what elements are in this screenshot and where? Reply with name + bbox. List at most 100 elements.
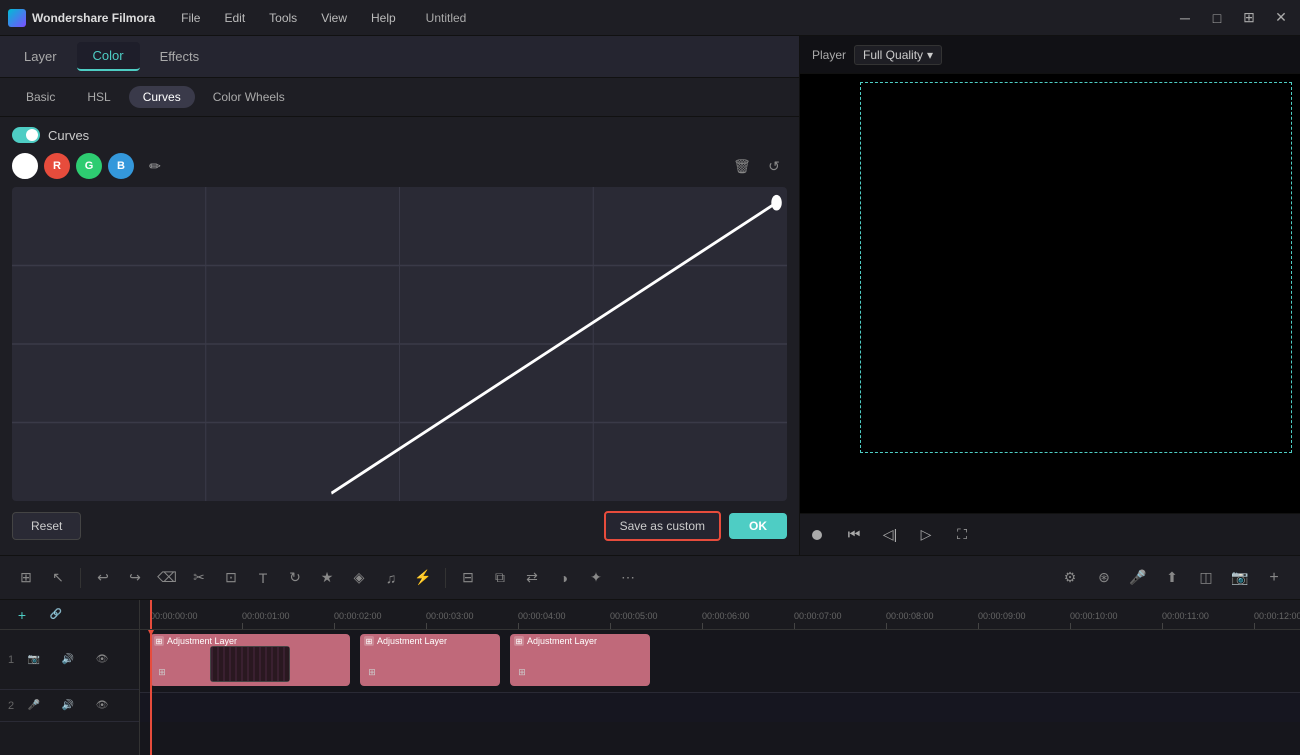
layout-icon[interactable]: ⊞ — [1238, 7, 1260, 29]
clip-1[interactable]: ⊞ Adjustment Layer ⊞ — [150, 634, 350, 686]
timeline-right[interactable]: 00:00:00:00 00:00:01:00 00:00:02:00 00:0… — [140, 600, 1300, 755]
audio-toolbar-btn[interactable]: ♫ — [377, 564, 405, 592]
play-btn[interactable]: ▷ — [914, 523, 938, 547]
menu-file[interactable]: File — [171, 7, 210, 29]
subtab-curves[interactable]: Curves — [129, 86, 195, 108]
rotate-icon: ↻ — [289, 569, 301, 586]
cam-toolbar-btn[interactable]: 📷 — [1226, 564, 1254, 592]
channel-right-btns: 🗑 ↺ — [729, 153, 787, 179]
clip-2-icon: ⊞ — [364, 636, 374, 646]
crop-toolbar-btn[interactable]: ⊡ — [217, 564, 245, 592]
bottom-area: ⊞ ↖ ↩ ↪ ⌫ ✂ ⊡ T ↻ ★ ◈ ♫ ⚡ ⊟ ⧉ ⇄ ◑ ✦ ⋯ ⚙ … — [0, 555, 1300, 755]
delete-toolbar-btn[interactable]: ⌫ — [153, 564, 181, 592]
step-back-btn[interactable]: ⏮ — [842, 523, 866, 547]
minimize-icon[interactable]: ─ — [1174, 7, 1196, 29]
red-channel-label: R — [53, 160, 61, 172]
transition-toolbar-btn[interactable]: ⇄ — [518, 564, 546, 592]
subtab-color-wheels[interactable]: Color Wheels — [199, 86, 299, 108]
link-btn[interactable]: 🔗 — [42, 601, 70, 629]
player-label: Player — [812, 48, 846, 62]
curves-canvas[interactable] — [12, 187, 787, 501]
player-canvas — [800, 74, 1300, 513]
subtab-basic[interactable]: Basic — [12, 86, 69, 108]
menu-help[interactable]: Help — [361, 7, 406, 29]
toolbar: ⊞ ↖ ↩ ↪ ⌫ ✂ ⊡ T ↻ ★ ◈ ♫ ⚡ ⊟ ⧉ ⇄ ◑ ✦ ⋯ ⚙ … — [0, 556, 1300, 600]
text-icon: T — [259, 570, 268, 586]
clip-1-icon: ⊞ — [154, 636, 164, 646]
save-custom-button[interactable]: Save as custom — [604, 511, 721, 541]
ruler-mark-2: 00:00:02:00 — [334, 611, 426, 629]
channel-white-btn[interactable] — [12, 153, 38, 179]
undo-toolbar-btn[interactable]: ↩ — [89, 564, 117, 592]
cut-icon: ✂ — [193, 569, 205, 586]
effect-toolbar-btn[interactable]: ◈ — [345, 564, 373, 592]
tab-layer[interactable]: Layer — [8, 43, 73, 70]
curves-toggle[interactable] — [12, 127, 40, 143]
track-2-eye-btn[interactable]: 👁 — [88, 692, 116, 720]
quality-select[interactable]: Full Quality ▾ — [854, 45, 942, 65]
ruler-mark-11: 00:00:11:00 — [1162, 611, 1254, 629]
snap-toolbar-btn[interactable]: ⊟ — [454, 564, 482, 592]
menu-view[interactable]: View — [311, 7, 357, 29]
tab-effects[interactable]: Effects — [144, 43, 216, 70]
menu-bar: Wondershare Filmora File Edit Tools View… — [0, 0, 1300, 36]
ruler-mark-10: 00:00:10:00 — [1070, 611, 1162, 629]
channel-red-btn[interactable]: R — [44, 153, 70, 179]
clip-2[interactable]: ⊞ Adjustment Layer ⊞ — [360, 634, 500, 686]
speed-toolbar-btn[interactable]: ⚡ — [409, 564, 437, 592]
split-icon: ◫ — [1199, 569, 1212, 586]
clip-3[interactable]: ⊞ Adjustment Layer ⊞ — [510, 634, 650, 686]
grid-toolbar-btn[interactable]: ⊞ — [12, 564, 40, 592]
shield-toolbar-btn[interactable]: ⊛ — [1090, 564, 1118, 592]
track-2-speaker-btn[interactable]: 🔊 — [54, 692, 82, 720]
track-2-controls: 2 🎤 🔊 👁 — [0, 690, 139, 722]
menu-tools[interactable]: Tools — [259, 7, 307, 29]
color-toolbar-btn[interactable]: ◑ — [550, 564, 578, 592]
tab-color[interactable]: Color — [77, 42, 140, 71]
cut-toolbar-btn[interactable]: ✂ — [185, 564, 213, 592]
divider-2 — [445, 568, 446, 588]
layers-toolbar-btn[interactable]: ⧉ — [486, 564, 514, 592]
export-toolbar-btn[interactable]: ⬆ — [1158, 564, 1186, 592]
frame-back-btn[interactable]: ◁| — [878, 523, 902, 547]
close-icon[interactable]: ✕ — [1270, 7, 1292, 29]
add-toolbar-btn[interactable]: + — [1260, 564, 1288, 592]
sub-clip-1 — [210, 646, 290, 682]
channel-green-btn[interactable]: G — [76, 153, 102, 179]
track-1-cam-btn[interactable]: 📷 — [20, 646, 48, 674]
track-2-mic-btn[interactable]: 🎤 — [20, 692, 48, 720]
fullscreen-btn[interactable]: ⛶ — [950, 523, 974, 547]
redo-toolbar-btn[interactable]: ↪ — [121, 564, 149, 592]
rotate-toolbar-btn[interactable]: ↻ — [281, 564, 309, 592]
mic-toolbar-btn[interactable]: 🎤 — [1124, 564, 1152, 592]
timeline-left-header: + 🔗 — [0, 600, 139, 630]
text-toolbar-btn[interactable]: T — [249, 564, 277, 592]
ai-icon: ✦ — [590, 569, 602, 586]
settings-toolbar-btn[interactable]: ⚙ — [1056, 564, 1084, 592]
cursor-toolbar-btn[interactable]: ↖ — [44, 564, 72, 592]
ruler-marks: 00:00:00:00 00:00:01:00 00:00:02:00 00:0… — [140, 600, 1300, 629]
eyedropper-btn[interactable]: ✏ — [142, 153, 168, 179]
ai-toolbar-btn[interactable]: ✦ — [582, 564, 610, 592]
add-track-btn[interactable]: + — [8, 601, 36, 629]
track-row-2 — [140, 692, 1300, 722]
sticker-toolbar-btn[interactable]: ★ — [313, 564, 341, 592]
ruler-mark-8: 00:00:08:00 — [886, 611, 978, 629]
menu-edit[interactable]: Edit — [214, 7, 255, 29]
app-logo: Wondershare Filmora — [8, 9, 155, 27]
progress-indicator — [812, 530, 822, 540]
ok-button[interactable]: OK — [729, 513, 787, 539]
subtab-hsl[interactable]: HSL — [73, 86, 124, 108]
track-1-speaker-btn[interactable]: 🔊 — [54, 646, 82, 674]
reset-curve-btn[interactable]: ↺ — [761, 153, 787, 179]
delete-curve-btn[interactable]: 🗑 — [729, 153, 755, 179]
track-1-eye-btn[interactable]: 👁 — [88, 646, 116, 674]
channel-blue-btn[interactable]: B — [108, 153, 134, 179]
panel-tabs: Layer Color Effects — [0, 36, 799, 78]
split-toolbar-btn[interactable]: ◫ — [1192, 564, 1220, 592]
undo-icon: ↩ — [97, 569, 109, 586]
more-toolbar-btn[interactable]: ⋯ — [614, 564, 642, 592]
maximize-icon[interactable]: □ — [1206, 7, 1228, 29]
reset-button[interactable]: Reset — [12, 512, 81, 540]
track-area[interactable]: ⊞ Adjustment Layer ⊞ ⊞ — [140, 630, 1300, 755]
